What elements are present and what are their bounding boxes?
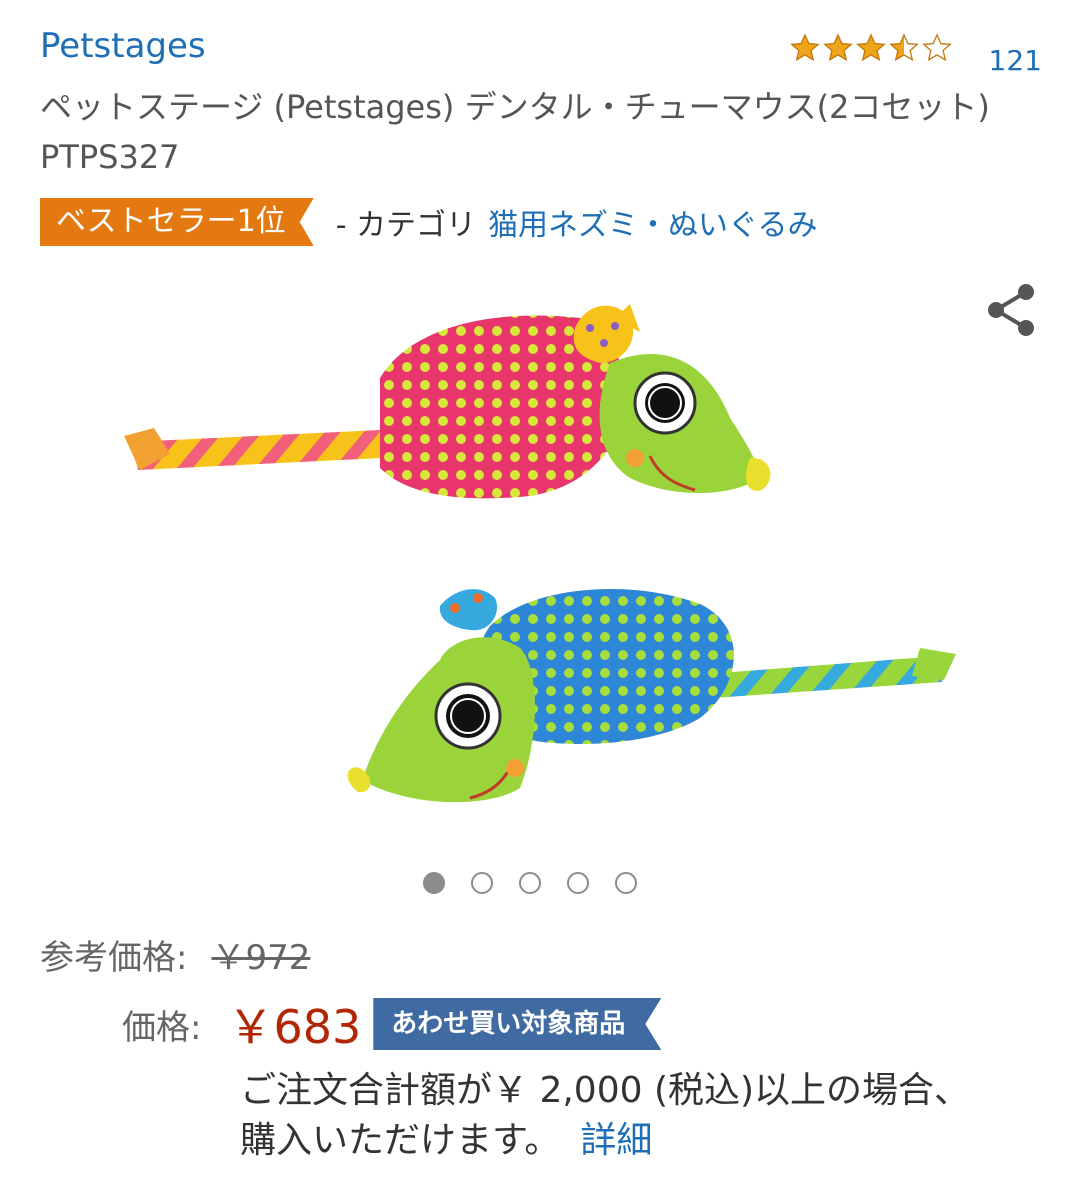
star-full-icon	[789, 33, 820, 62]
product-title: ペットステージ (Petstages) デンタル・チューマウス(2コセット) P…	[40, 88, 990, 176]
star-rating[interactable]	[789, 32, 953, 64]
price-label: 価格:	[122, 1007, 202, 1048]
category-link[interactable]: 猫用ネズミ・ぬいぐるみ	[488, 200, 817, 244]
carousel-dot[interactable]	[423, 872, 445, 894]
pink-mouse	[124, 304, 771, 499]
star-half-icon	[888, 33, 919, 62]
addon-item-badge: あわせ買い対象商品	[373, 998, 661, 1050]
details-link[interactable]: 詳細	[580, 1120, 652, 1161]
price-row: 価格: ￥683 あわせ買い対象商品	[122, 994, 661, 1054]
carousel-dot[interactable]	[471, 872, 493, 894]
category-prefix: - カテゴリ	[335, 208, 477, 243]
product-image[interactable]	[110, 268, 980, 848]
carousel-dot[interactable]	[615, 872, 637, 894]
image-carousel-dots	[0, 872, 1080, 894]
review-count-link[interactable]: 121	[989, 44, 1042, 77]
star-empty-icon	[921, 33, 952, 62]
reference-price: ￥972	[211, 937, 311, 978]
bestseller-row: ベストセラー1位 - カテゴリ 猫用ネズミ・ぬいぐるみ	[40, 198, 817, 246]
bestseller-badge[interactable]: ベストセラー1位	[40, 198, 314, 246]
star-full-icon	[822, 33, 853, 62]
reference-price-row: 参考価格: ￥972	[40, 928, 310, 980]
share-icon[interactable]	[982, 280, 1042, 340]
brand-link[interactable]: Petstages	[40, 26, 206, 66]
carousel-dot[interactable]	[567, 872, 589, 894]
addon-note: ご注文合計額が￥ 2,000 (税込)以上の場合、購入いただけます。 詳細	[240, 1066, 1000, 1166]
carousel-dot[interactable]	[519, 872, 541, 894]
rating[interactable]: 121	[789, 32, 1042, 77]
reference-price-label: 参考価格:	[40, 937, 188, 978]
price: ￥683	[227, 1000, 362, 1054]
blue-mouse	[347, 588, 956, 803]
star-full-icon	[855, 33, 886, 62]
